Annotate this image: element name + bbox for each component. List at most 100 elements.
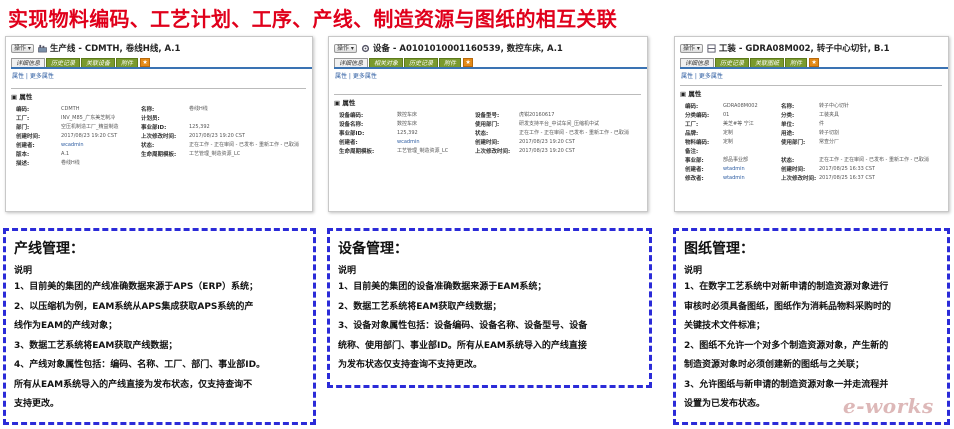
- attribute-label: 状态:: [141, 142, 155, 149]
- attribute-row: 编码: CDMTH 名称: 卷线H线: [16, 104, 312, 113]
- add-tab-icon[interactable]: ★: [463, 58, 474, 67]
- attribute-label: 物料编码:: [685, 139, 710, 146]
- tab-related-equipment[interactable]: 关联设备: [81, 58, 116, 67]
- box-subtitle: 说明: [684, 266, 703, 276]
- object-title: 生产线 - CDMTH, 卷线H线, A.1: [49, 44, 181, 54]
- page-title: 实现物料编码、工艺计划、工序、产线、制造资源与图纸的相互关联: [8, 7, 617, 31]
- add-tab-icon[interactable]: ★: [140, 58, 151, 67]
- box-line: 制造资源对象时必须创建新的图纸与之关联；: [684, 360, 865, 370]
- attribute-value: wcadmin: [397, 138, 420, 145]
- panel-header: 操作 ▾ 工装 - GDRA08M002, 转子中心切针, B.1: [680, 40, 948, 56]
- attribute-label: 设备编码:: [339, 112, 364, 119]
- attributes-section-header: ▣ 属性: [334, 94, 641, 107]
- attribute-row: 创建者: wcadmin 创建时间: 2017/08/23 19:20 CST: [339, 137, 647, 146]
- attribute-label: 上次修改时间:: [475, 148, 511, 155]
- attribute-label: 生命周期模板:: [339, 148, 375, 155]
- tab-attachments[interactable]: 附件: [785, 58, 808, 67]
- attribute-row: 创建时间: 2017/08/23 19:20 CST 上次修改时间: 2017/08/…: [16, 131, 312, 140]
- attribute-label: 编码:: [16, 106, 30, 113]
- box-line: 1、目前美的集团的产线准确数据来源于APS（ERP）系统；: [14, 282, 258, 292]
- attribute-row: 设备名称: 数控车床 使用部门: 研发支持平台_中试车间_压缩机中试: [339, 119, 647, 128]
- box-line: 2、数据工艺系统将EAM获取产线数据；: [338, 301, 502, 312]
- attribute-value: wcadmin: [61, 141, 84, 148]
- attribute-label: 创建者:: [685, 166, 704, 173]
- box-line: 4、产线对象属性包括：编码、名称、工厂、部门、事业部ID。: [14, 360, 266, 370]
- attribute-label: 事业部ID:: [141, 124, 167, 131]
- attribute-value: GDRA08M002: [723, 102, 758, 109]
- tab-details[interactable]: 详细信息: [334, 58, 369, 67]
- attribute-value: 研发支持平台_中试车间_压缩机中试: [519, 121, 600, 127]
- tab-history[interactable]: 历史记录: [46, 58, 81, 67]
- box-subtitle: 说明: [338, 266, 357, 276]
- tab-history[interactable]: 历史记录: [404, 58, 439, 67]
- add-tab-icon[interactable]: ★: [809, 58, 820, 67]
- tab-details[interactable]: 详细信息: [680, 58, 715, 67]
- box-line: 1、在数字工艺系统中对新申请的制造资源对象进行: [684, 282, 889, 292]
- attribute-label: 版本:: [16, 151, 30, 158]
- attribute-value: 定制: [723, 139, 734, 145]
- tab-related-objects[interactable]: 相关对象: [369, 58, 404, 67]
- attribute-label: 使用部门:: [781, 139, 806, 146]
- box-line: 所有从EAM系统导入的产线直接为发布状态，仅支持查询不: [14, 379, 253, 390]
- attribute-row: 备注:: [685, 146, 948, 155]
- attribute-label: 修改者:: [685, 175, 704, 182]
- attribute-value: 2017/08/25 16:37 CST: [819, 174, 876, 181]
- tab-attachments[interactable]: 附件: [116, 58, 139, 67]
- box-subtitle: 说明: [14, 266, 33, 276]
- attribute-value: 正在工作 - 正在审阅 - 已发布 - 重新工作 - 已取消: [189, 142, 299, 148]
- tab-details[interactable]: 详细信息: [11, 58, 46, 67]
- box-line: 关键技术文件标准；: [684, 321, 766, 331]
- attribute-label: 创建时间:: [16, 133, 41, 140]
- attribute-label: 分类:: [781, 112, 795, 119]
- attribute-label: 生命周期模板:: [141, 151, 177, 158]
- attribute-label: 编码:: [685, 103, 699, 110]
- operation-menu-button[interactable]: 操作 ▾: [680, 43, 703, 53]
- equipment-screenshot: 操作 ▾ 设备 - A0101010001160539, 数控车床, A.1 详…: [328, 36, 648, 212]
- attribute-value: 数控车床: [397, 112, 418, 118]
- attribute-value: 2017/08/23 19:20 CST: [189, 132, 246, 139]
- tab-related-drawings[interactable]: 关联图纸: [750, 58, 785, 67]
- tab-bar: 详细信息 历史记录 关联图纸 附件 ★: [680, 58, 948, 69]
- attribute-label: 分类编码:: [685, 112, 710, 119]
- attribute-links[interactable]: 属性 | 更多属性: [12, 71, 312, 80]
- attribute-row: 修改者: wtadmin 上次修改时间: 2017/08/25 16:37 CST: [685, 173, 948, 182]
- attribute-table: 设备编码: 数控车床 设备型号: 虎钳20160617 设备名称: 数控车床 使用部门: 研发…: [339, 110, 647, 155]
- attribute-value: INV_M85_广东美芝制冷: [61, 115, 116, 121]
- attribute-table: 编码: GDRA08M002 名称: 转子中心切针 分类编码: 01 分类: 工装夹具 工厂: 美…: [685, 101, 948, 182]
- tooling-icon: [707, 43, 716, 53]
- box-line: 线作为EAM的产线对象；: [14, 321, 118, 331]
- attribute-value: 2017/08/25 16:33 CST: [819, 165, 876, 172]
- attribute-row: 部门: 空压机制造工厂_精益制造 事业部ID: 125,392: [16, 122, 312, 131]
- attribute-row: 设备编码: 数控车床 设备型号: 虎钳20160617: [339, 110, 647, 119]
- attribute-links[interactable]: 属性 | 更多属性: [681, 71, 948, 80]
- box-line: 为发布状态仅支持查询不支持更改。: [338, 360, 483, 370]
- equipment-description-box: 设备管理： 说明 1、目前美的集团的设备准确数据来源于EAM系统； 2、数据工艺…: [327, 228, 652, 388]
- attribute-label: 名称:: [141, 106, 155, 113]
- box-body: 1、目前美的集团的设备准确数据来源于EAM系统； 2、数据工艺系统将EAM获取产…: [338, 278, 641, 376]
- box-line: 支持更改。: [14, 399, 60, 409]
- attribute-label: 名称:: [781, 103, 795, 110]
- attribute-label: 备注:: [685, 148, 699, 155]
- attribute-value: 125,392: [189, 123, 210, 130]
- attribute-label: 计划员:: [141, 115, 160, 122]
- attribute-value: wtadmin: [723, 174, 745, 181]
- operation-menu-button[interactable]: 操作 ▾: [334, 43, 357, 53]
- attribute-value: 定制: [723, 130, 734, 136]
- attribute-label: 品牌:: [685, 130, 699, 137]
- attribute-value: 空压机制造工厂_精益制造: [61, 124, 119, 130]
- attribute-label: 单位:: [781, 121, 795, 128]
- tab-attachments[interactable]: 附件: [439, 58, 462, 67]
- attribute-label: 事业部:: [685, 157, 704, 164]
- attribute-links[interactable]: 属性 | 更多属性: [335, 71, 647, 80]
- attribute-value: 工艺管理_制造资源_LC: [397, 148, 449, 154]
- attributes-section-header: ▣ 属性: [680, 85, 942, 98]
- attribute-row: 事业部: 部品事业部 状态: 正在工作 - 正在审阅 - 已发布 - 重新工作 - 已…: [685, 155, 948, 164]
- attribute-value: 转子中心切针: [819, 103, 850, 109]
- attribute-label: 创建时间:: [475, 139, 500, 146]
- object-title: 设备 - A0101010001160539, 数控车床, A.1: [372, 44, 563, 54]
- box-body: 1、目前美的集团的产线准确数据来源于APS（ERP）系统； 2、以压缩机为例，E…: [14, 278, 305, 415]
- attribute-label: 事业部ID:: [339, 130, 365, 137]
- attribute-row: 工厂: 美芝#等 宁江 单位: 件: [685, 119, 948, 128]
- operation-menu-button[interactable]: 操作 ▾: [11, 43, 34, 53]
- tab-history[interactable]: 历史记录: [715, 58, 750, 67]
